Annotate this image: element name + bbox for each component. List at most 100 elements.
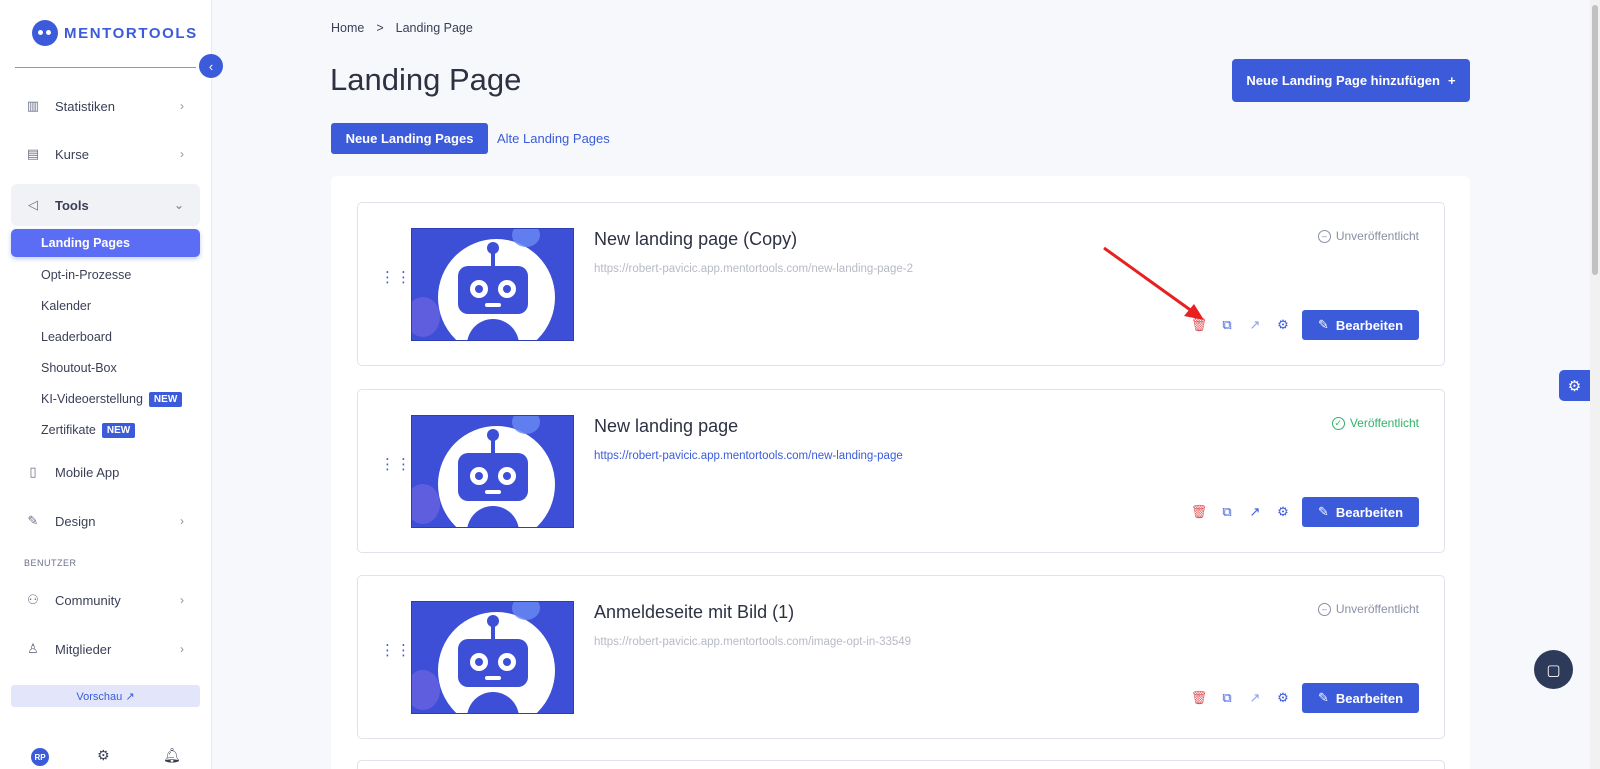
- card-actions: 🗑︎ ⧉ ↗ ⚙ ✎ Bearbeiten: [1185, 310, 1419, 340]
- copy-icon[interactable]: ⧉: [1213, 683, 1241, 713]
- landing-page-thumbnail[interactable]: [411, 415, 574, 528]
- robot-head: [458, 266, 528, 314]
- edit-button[interactable]: ✎ Bearbeiten: [1302, 683, 1419, 713]
- card-title[interactable]: New landing page (Copy): [594, 229, 797, 250]
- sidebar-subitem-opt-in[interactable]: Opt-in-Prozesse: [11, 261, 200, 289]
- status-label: Unveröffentlicht: [1335, 602, 1419, 616]
- card-url: https://robert-pavicic.app.mentortools.c…: [594, 263, 913, 275]
- trash-icon[interactable]: 🗑︎: [1185, 497, 1213, 527]
- card-actions: 🗑︎ ⧉ ↗ ⚙ ✎ Bearbeiten: [1185, 683, 1419, 713]
- external-link-icon[interactable]: ↗: [1241, 310, 1269, 340]
- drag-handle-icon[interactable]: ⋮⋮: [380, 643, 412, 658]
- landing-page-card: ⋮⋮ Anmeldeseite mit Bild (1) https://rob…: [357, 575, 1445, 739]
- scrollbar-thumb[interactable]: [1592, 5, 1598, 275]
- sidebar-subitem-shoutout[interactable]: Shoutout-Box: [11, 354, 200, 382]
- tab-neue-landing-pages[interactable]: Neue Landing Pages: [331, 123, 488, 154]
- copy-icon[interactable]: ⧉: [1213, 310, 1241, 340]
- robot-eye: [498, 653, 516, 671]
- chevron-right-icon: ›: [180, 99, 184, 113]
- robot-mouth: [485, 490, 501, 494]
- sidebar-item-design[interactable]: ✎ Design ›: [11, 500, 200, 542]
- floating-settings-button[interactable]: ⚙: [1559, 370, 1590, 401]
- chevron-down-icon: ⌄: [173, 198, 184, 212]
- bell-icon[interactable]: 🔔︎: [163, 747, 181, 764]
- tab-alte-landing-pages[interactable]: Alte Landing Pages: [497, 131, 610, 146]
- thumbnail-blob: [412, 670, 440, 710]
- settings-icon[interactable]: ⚙: [1269, 310, 1297, 340]
- sidebar-subitem-label: KI-Videoerstellung: [41, 392, 143, 406]
- chevron-right-icon: ›: [180, 642, 184, 656]
- breadcrumb-current: Landing Page: [395, 21, 473, 35]
- status-badge: – Unveröffentlicht: [1317, 229, 1419, 243]
- plus-icon: +: [1447, 73, 1456, 88]
- sidebar-subitem-landing-pages[interactable]: Landing Pages: [11, 229, 200, 257]
- robot-eye: [470, 280, 488, 298]
- drag-handle-icon[interactable]: ⋮⋮: [380, 270, 412, 285]
- external-link-icon[interactable]: ↗: [1241, 683, 1269, 713]
- landing-page-thumbnail[interactable]: [411, 228, 574, 341]
- collapse-sidebar-button[interactable]: ‹: [199, 54, 223, 78]
- section-label-benutzer: BENUTZER: [24, 558, 77, 568]
- robot-mouth: [485, 303, 501, 307]
- gear-icon: ⚙: [1567, 377, 1582, 395]
- card-url[interactable]: https://robert-pavicic.app.mentortools.c…: [594, 450, 903, 462]
- thumbnail-blob: [512, 602, 540, 620]
- robot-antenna: [491, 623, 495, 639]
- sidebar-subitem-label: Leaderboard: [41, 330, 112, 344]
- avatar[interactable]: RP: [31, 748, 49, 766]
- sidebar-item-label: Statistiken: [55, 98, 115, 114]
- robot-eye: [498, 467, 516, 485]
- card-actions: 🗑︎ ⧉ ↗ ⚙ ✎ Bearbeiten: [1185, 497, 1419, 527]
- brand-logo[interactable]: MENTORTOOLS: [32, 20, 198, 46]
- megaphone-icon: ◁: [28, 197, 38, 212]
- trash-icon[interactable]: 🗑︎: [1185, 683, 1213, 713]
- edit-button[interactable]: ✎ Bearbeiten: [1302, 497, 1419, 527]
- gear-icon[interactable]: ⚙: [97, 747, 110, 764]
- landing-page-card: ⋮⋮ New landing page https://robert-pavic…: [357, 389, 1445, 553]
- check-circle-icon: ✓: [1331, 416, 1345, 430]
- sidebar-item-mitglieder[interactable]: ♙ Mitglieder ›: [11, 628, 200, 670]
- external-link-icon[interactable]: ↗: [1241, 497, 1269, 527]
- sidebar-subitem-kalender[interactable]: Kalender: [11, 292, 200, 320]
- sidebar-subitem-label: Opt-in-Prozesse: [41, 268, 132, 282]
- status-badge: ✓ Veröffentlicht: [1331, 416, 1419, 430]
- card-url: https://robert-pavicic.app.mentortools.c…: [594, 636, 912, 648]
- new-badge: NEW: [148, 391, 183, 407]
- sidebar-subitem-zertifikate[interactable]: Zertifikate NEW: [11, 416, 200, 444]
- preview-button[interactable]: Vorschau ↗: [11, 685, 200, 707]
- sidebar-item-kurse[interactable]: ▤ Kurse ›: [11, 133, 200, 175]
- sidebar-subitem-leaderboard[interactable]: Leaderboard: [11, 323, 200, 351]
- sidebar-item-statistiken[interactable]: ▥ Statistiken ›: [11, 85, 200, 127]
- robot-eye: [498, 280, 516, 298]
- settings-icon[interactable]: ⚙: [1269, 683, 1297, 713]
- sidebar-item-community[interactable]: ⚇ Community ›: [11, 579, 200, 621]
- edit-button[interactable]: ✎ Bearbeiten: [1302, 310, 1419, 340]
- scrollbar[interactable]: [1590, 0, 1600, 769]
- landing-page-thumbnail[interactable]: [411, 601, 574, 714]
- edit-icon: ✎: [1317, 317, 1329, 332]
- card-title[interactable]: New landing page: [594, 416, 738, 437]
- breadcrumb-home[interactable]: Home: [331, 21, 364, 35]
- card-title[interactable]: Anmeldeseite mit Bild (1): [594, 602, 794, 623]
- add-landing-page-label: Neue Landing Page hinzufügen: [1246, 73, 1440, 88]
- robot-antenna: [491, 437, 495, 453]
- copy-icon[interactable]: ⧉: [1213, 497, 1241, 527]
- sidebar-subitem-ki-video[interactable]: KI-Videoerstellung NEW: [11, 385, 200, 413]
- chevron-right-icon: ›: [180, 593, 184, 607]
- robot-head: [458, 453, 528, 501]
- chevron-right-icon: ›: [180, 147, 184, 161]
- drag-handle-icon[interactable]: ⋮⋮: [380, 457, 412, 472]
- sidebar-item-label: Kurse: [55, 146, 89, 162]
- sidebar-subitem-label: Landing Pages: [41, 236, 130, 250]
- settings-icon[interactable]: ⚙: [1269, 497, 1297, 527]
- edit-icon: ✎: [1317, 504, 1329, 519]
- add-landing-page-button[interactable]: Neue Landing Page hinzufügen +: [1232, 59, 1470, 102]
- annotation-arrow-icon: [1103, 246, 1204, 320]
- chat-launcher-button[interactable]: ▢: [1534, 650, 1573, 689]
- sidebar-item-tools[interactable]: ◁ Tools ⌄: [11, 184, 200, 226]
- edit-button-label: Bearbeiten: [1335, 504, 1404, 520]
- bar-chart-icon: ▥: [26, 98, 40, 113]
- unpublished-icon: –: [1317, 229, 1331, 243]
- thumbnail-blob: [412, 297, 440, 337]
- sidebar-item-mobile-app[interactable]: ▯ Mobile App: [11, 451, 200, 493]
